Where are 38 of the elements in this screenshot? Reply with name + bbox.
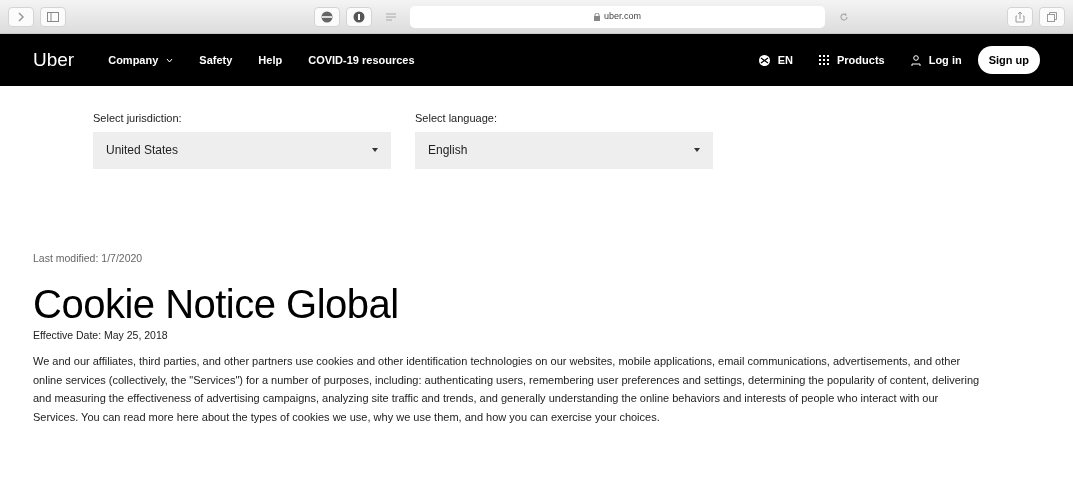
info-button[interactable] xyxy=(346,6,372,27)
signup-button[interactable]: Sign up xyxy=(977,45,1040,75)
grid-icon xyxy=(819,55,829,65)
caret-down-icon xyxy=(372,148,378,152)
address-bar[interactable]: uber.com xyxy=(410,5,825,28)
lock-icon xyxy=(594,12,600,21)
logo[interactable]: Uber xyxy=(33,45,75,75)
dropdown-select[interactable]: United States xyxy=(93,131,391,169)
chevron-right-icon xyxy=(17,11,25,22)
select-label: Select language: xyxy=(415,111,498,126)
login-link[interactable]: Log in xyxy=(910,51,962,69)
share-button[interactable] xyxy=(1007,6,1033,27)
share-icon xyxy=(1015,10,1025,23)
dropdown-select[interactable]: English xyxy=(415,131,713,169)
caret-down-icon xyxy=(694,148,700,152)
last-modified-text: Last modified: 1/7/2020 xyxy=(33,250,144,266)
privacy-button[interactable] xyxy=(314,6,340,27)
sidebar-button[interactable] xyxy=(40,6,66,27)
products-link[interactable]: Products xyxy=(819,51,885,69)
nav-link[interactable]: Safety xyxy=(199,51,233,69)
info-icon xyxy=(353,10,365,23)
language-link[interactable]: EN xyxy=(758,51,793,69)
page-title: Cookie Notice Global xyxy=(33,282,400,327)
tabs-button[interactable] xyxy=(1039,6,1065,27)
tabs-icon xyxy=(1047,11,1057,22)
nav-link[interactable]: COVID-19 resources xyxy=(308,51,415,69)
nav-link[interactable]: Help xyxy=(258,51,283,69)
select-label: Select jurisdiction: xyxy=(93,111,183,126)
body-paragraph: We and our affiliates, third parties, and other partners use cookies and other identification technologies on our websites, mobile applications, email communications, advertisements, and other online services (collectively, the "Services") for a number of purposes, including: authenticating users, remembering user preferences and settings, determining the popularity of content, delivering and measuring the effectiveness of advertising campaigns, analyzing site traffic and trends, and generally understanding the online behaviors and interests of people who interact with our Services. You can read more here about the types of cookies we use, why we use them, and how you can exercise your choices. xyxy=(33,354,981,425)
sidebar-icon xyxy=(47,11,59,22)
person-icon xyxy=(910,54,921,66)
forward-button[interactable] xyxy=(8,6,34,27)
url-text: uber.com xyxy=(604,9,641,23)
effective-date-text: Effective Date: May 25, 2018 xyxy=(33,328,169,344)
nav-link[interactable]: Company xyxy=(108,51,174,69)
caret-down-icon xyxy=(166,57,174,63)
reader-icon xyxy=(386,12,396,21)
reload-icon xyxy=(839,11,849,22)
